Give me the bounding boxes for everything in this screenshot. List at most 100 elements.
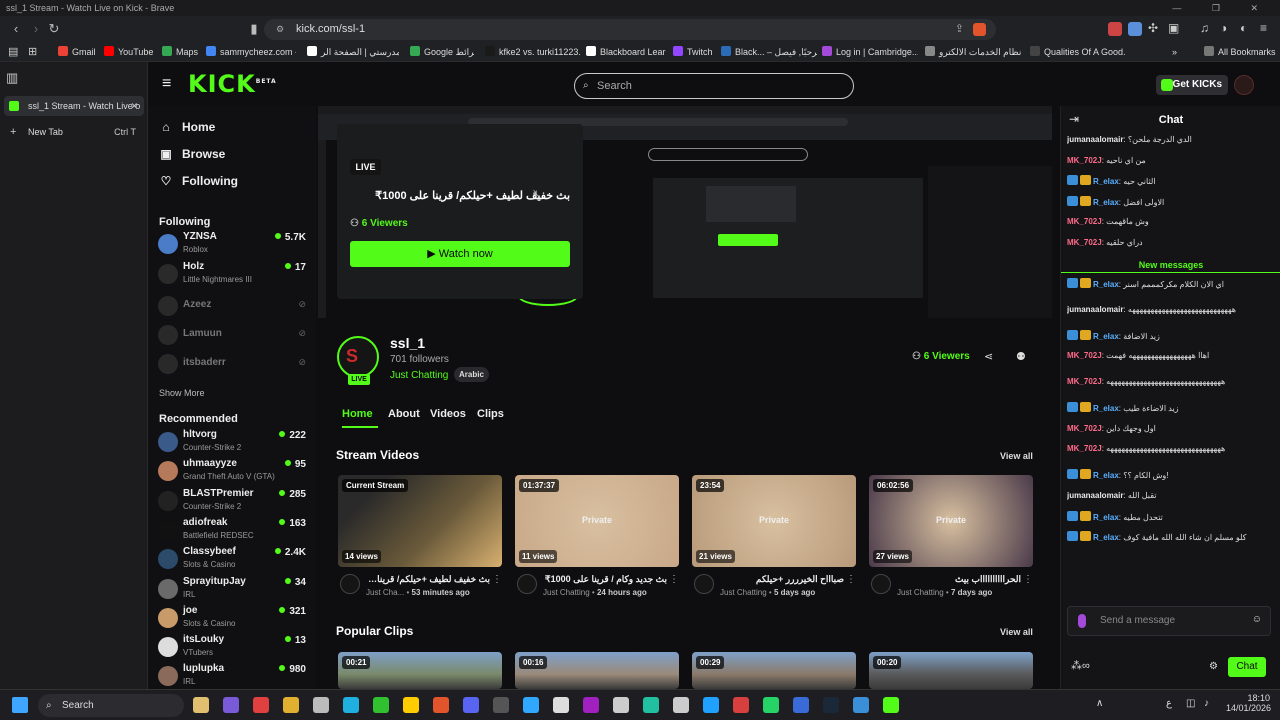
- forward-icon[interactable]: ›: [28, 21, 44, 37]
- close-tab-icon[interactable]: ✕: [130, 96, 138, 116]
- bookmark-item[interactable]: Twitch: [673, 42, 713, 62]
- bookmark-item[interactable]: Qualities Of A Good...: [1030, 42, 1126, 62]
- chat-input[interactable]: Send a message ☺: [1067, 606, 1271, 636]
- send-chat-button[interactable]: Chat: [1228, 657, 1266, 677]
- brave-shields-icon[interactable]: [973, 23, 986, 36]
- following-channel[interactable]: Holz Little Nightmares III 17: [158, 260, 308, 288]
- bookmark-star-icon[interactable]: ▮: [246, 21, 262, 37]
- clip-card[interactable]: 00:21: [338, 652, 502, 689]
- chat-username[interactable]: MK_702J: [1067, 238, 1102, 247]
- chat-username[interactable]: jumanaalomair: [1067, 491, 1123, 500]
- taskbar-app-icon[interactable]: [403, 697, 419, 713]
- taskbar-app-icon[interactable]: [493, 697, 509, 713]
- clip-thumbnail[interactable]: 00:20: [869, 652, 1033, 689]
- kick-logo[interactable]: KICKBETA: [188, 70, 277, 98]
- taskbar-app-icon[interactable]: [283, 697, 299, 713]
- apps-grid-icon[interactable]: ⊞: [28, 46, 37, 58]
- nav-browse[interactable]: ▣ Browse: [158, 147, 225, 161]
- hamburger-menu-icon[interactable]: ≡: [162, 75, 171, 93]
- bookmark-item[interactable]: kfke2 vs. turki11223...: [485, 42, 581, 62]
- video-thumbnail[interactable]: 01:37:37 11 views Private: [515, 475, 679, 567]
- windows-start-icon[interactable]: [12, 697, 28, 713]
- taskbar-app-icon[interactable]: [733, 697, 749, 713]
- tab-home[interactable]: Home: [342, 408, 373, 420]
- recommended-channel[interactable]: luplupka IRL 980: [158, 662, 308, 689]
- taskbar-app-icon[interactable]: [193, 697, 209, 713]
- channel-avatar[interactable]: [340, 574, 360, 594]
- taskbar-app-icon[interactable]: [793, 697, 809, 713]
- channel-name[interactable]: ssl_1: [390, 335, 425, 351]
- chat-username[interactable]: R_elax: [1093, 177, 1119, 186]
- bookmark-item[interactable]: Blackboard Learn: [586, 42, 666, 62]
- volume-icon[interactable]: ♪: [1204, 698, 1209, 709]
- taskbar-search[interactable]: ⌕ Search: [38, 694, 184, 717]
- taskbar-app-icon[interactable]: [313, 697, 329, 713]
- extension-icon[interactable]: [1108, 22, 1122, 36]
- recommended-channel[interactable]: SprayitupJay IRL 34: [158, 575, 308, 603]
- chat-username[interactable]: MK_702J: [1067, 444, 1102, 453]
- taskbar-app-icon[interactable]: [463, 697, 479, 713]
- show-more-link[interactable]: Show More: [159, 388, 205, 398]
- bookmark-item[interactable]: YouTube: [104, 42, 153, 62]
- recommended-channel[interactable]: adiofreak Battlefield REDSEC 163: [158, 516, 308, 544]
- settings-icon[interactable]: ⚙: [1209, 661, 1218, 672]
- video-title[interactable]: صباااح الخيرررر +حيلكم: [720, 574, 844, 585]
- video-category[interactable]: Just Chatting: [897, 588, 944, 597]
- channel-avatar[interactable]: [694, 574, 714, 594]
- taskbar-app-icon[interactable]: [583, 697, 599, 713]
- stream-videos-view-all[interactable]: View all: [1000, 451, 1033, 461]
- chat-username[interactable]: MK_702J: [1067, 377, 1102, 386]
- following-channel-offline[interactable]: Azeez ⊘: [158, 292, 308, 320]
- bookmark-item[interactable]: Gmail: [58, 42, 96, 62]
- clip-card[interactable]: 00:20: [869, 652, 1033, 689]
- bookmark-item[interactable]: Maps: [162, 42, 198, 62]
- taskbar-app-icon[interactable]: [763, 697, 779, 713]
- clip-thumbnail[interactable]: 00:29: [692, 652, 856, 689]
- recommended-channel[interactable]: itsLouky VTubers 13: [158, 633, 308, 661]
- menu-icon[interactable]: ≡: [1260, 21, 1267, 35]
- video-thumbnail[interactable]: 06:02:56 27 views Private: [869, 475, 1033, 567]
- new-tab-button[interactable]: + New Tab Ctrl T: [4, 122, 144, 142]
- taskbar-app-icon[interactable]: [523, 697, 539, 713]
- recommended-channel[interactable]: joe Slots & Casino 321: [158, 604, 308, 632]
- video-title[interactable]: الحرااااااااااب بيث: [897, 574, 1021, 585]
- sidebar-toggle-icon[interactable]: ▣: [1168, 21, 1179, 35]
- chat-username[interactable]: R_elax: [1093, 198, 1119, 207]
- window-controls[interactable]: — ❐ ✕: [1172, 0, 1272, 16]
- channel-avatar[interactable]: [871, 574, 891, 594]
- more-options-icon[interactable]: ⋮: [669, 574, 679, 585]
- chat-username[interactable]: MK_702J: [1067, 217, 1102, 226]
- taskbar-app-icon[interactable]: [643, 697, 659, 713]
- recommended-channel[interactable]: hltvorg Counter-Strike 2 222: [158, 428, 308, 456]
- user-avatar[interactable]: [1234, 75, 1254, 95]
- following-channel-offline[interactable]: itsbaderr ⊘: [158, 350, 308, 378]
- video-category[interactable]: Just Chatting: [543, 588, 590, 597]
- bookmark-item[interactable]: Google خرائط: [410, 42, 474, 62]
- taskbar-app-icon[interactable]: [373, 697, 389, 713]
- bookmark-item[interactable]: sammycheez.com -...: [206, 42, 296, 62]
- taskbar-app-icon[interactable]: [673, 697, 689, 713]
- taskbar-app-icon[interactable]: [253, 697, 269, 713]
- chat-username[interactable]: R_elax: [1093, 513, 1119, 522]
- stream-video-card[interactable]: 23:54 21 views Private صباااح الخيرررر +حيل…: [692, 475, 856, 605]
- recommended-channel[interactable]: Classybeef Slots & Casino 2.4K: [158, 545, 308, 573]
- tab-videos[interactable]: Videos: [430, 408, 466, 420]
- back-icon[interactable]: ‹: [8, 21, 24, 37]
- reload-icon[interactable]: ↻: [46, 21, 62, 37]
- taskbar-app-icon[interactable]: [553, 697, 569, 713]
- wallet-icon[interactable]: ◐: [1240, 21, 1247, 35]
- clip-thumbnail[interactable]: 00:16: [515, 652, 679, 689]
- chat-username[interactable]: R_elax: [1093, 280, 1119, 289]
- bookmark-item[interactable]: Black... – مرحبًا, فيصل: [721, 42, 817, 62]
- bookmarks-overflow-icon[interactable]: »: [1172, 42, 1177, 62]
- taskbar-app-icon[interactable]: [703, 697, 719, 713]
- taskbar-app-icon[interactable]: [223, 697, 239, 713]
- video-category[interactable]: Just Cha...: [366, 588, 404, 597]
- video-title[interactable]: بث خفيف لطيف +حيلكم/ قرينا على 1000₹: [366, 574, 490, 585]
- all-bookmarks[interactable]: All Bookmarks: [1204, 42, 1276, 62]
- tab-active[interactable]: ssl_1 Stream - Watch Live o ✕: [4, 96, 144, 116]
- leo-icon[interactable]: ◑: [1220, 21, 1227, 35]
- recommended-channel[interactable]: uhmaayyze Grand Theft Auto V (GTA) 95: [158, 457, 308, 485]
- video-thumbnail[interactable]: 23:54 21 views Private: [692, 475, 856, 567]
- video-category[interactable]: Just Chatting: [720, 588, 767, 597]
